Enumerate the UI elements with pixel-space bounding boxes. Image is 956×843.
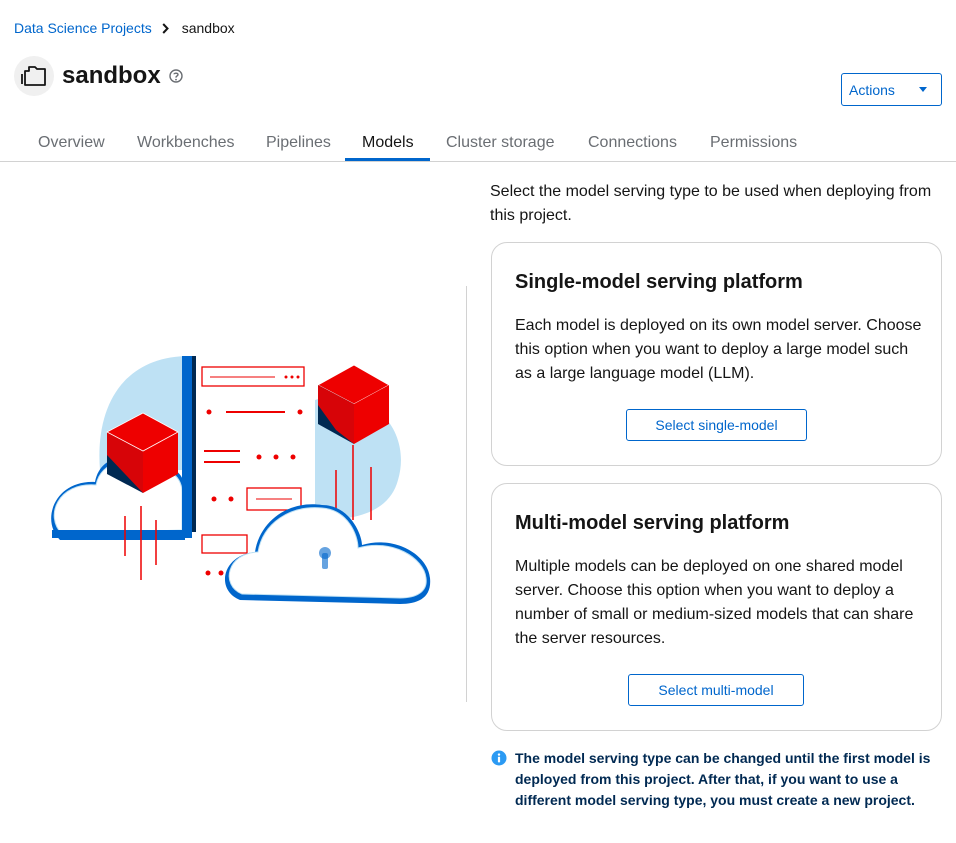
page-header: sandbox <box>14 56 183 96</box>
caret-down-icon <box>919 87 927 92</box>
project-tabs: Overview Workbenches Pipelines Models Cl… <box>0 122 956 162</box>
actions-dropdown[interactable]: Actions <box>841 73 942 106</box>
breadcrumb: Data Science Projects sandbox <box>14 20 235 36</box>
tab-overview[interactable]: Overview <box>38 122 105 162</box>
model-serving-illustration <box>40 340 440 615</box>
page-title: sandbox <box>62 62 161 89</box>
chevron-right-icon <box>162 22 169 34</box>
info-circle-icon <box>491 750 507 811</box>
tab-connections[interactable]: Connections <box>588 122 677 162</box>
active-tab-indicator <box>345 158 430 161</box>
tab-pipelines[interactable]: Pipelines <box>266 122 331 162</box>
multi-model-card: Multi-model serving platform Multiple mo… <box>491 483 942 731</box>
project-folder-icon <box>14 56 54 96</box>
actions-label: Actions <box>849 81 895 98</box>
serving-type-intro: Select the model serving type to be used… <box>490 183 932 224</box>
tab-models[interactable]: Models <box>362 122 414 162</box>
question-circle-icon[interactable] <box>168 69 183 83</box>
single-model-card: Single-model serving platform Each model… <box>491 242 942 466</box>
select-multi-model-button[interactable]: Select multi-model <box>628 674 804 706</box>
select-single-model-button[interactable]: Select single-model <box>626 409 807 441</box>
single-model-title: Single-model serving platform <box>515 271 803 293</box>
tab-cluster-storage[interactable]: Cluster storage <box>446 122 555 162</box>
multi-model-description: Multiple models can be deployed on one s… <box>515 558 914 647</box>
tab-workbenches[interactable]: Workbenches <box>137 122 235 162</box>
info-alert-text: The model serving type can be changed un… <box>515 750 931 808</box>
info-alert: The model serving type can be changed un… <box>491 748 935 811</box>
single-model-description: Each model is deployed on its own model … <box>515 317 922 382</box>
multi-model-title: Multi-model serving platform <box>515 512 790 534</box>
breadcrumb-link-projects[interactable]: Data Science Projects <box>14 20 152 36</box>
section-divider <box>466 286 467 702</box>
tab-permissions[interactable]: Permissions <box>710 122 797 162</box>
breadcrumb-current: sandbox <box>181 20 235 36</box>
